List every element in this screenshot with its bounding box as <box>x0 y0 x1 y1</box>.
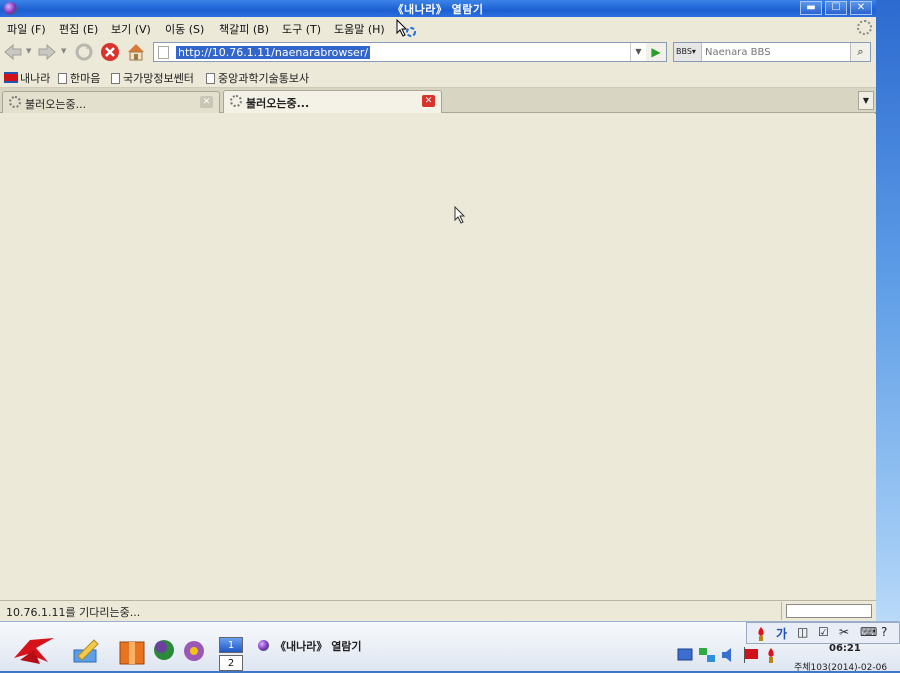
page-icon <box>111 73 120 84</box>
menu-bar: 파일 (F) 편집 (E) 보기 (V) 이동 (S) 책갈피 (B) 도구 (… <box>0 17 876 39</box>
page-icon <box>206 73 215 84</box>
bookmark-national-network-center[interactable]: 국가망정보쎈터 <box>111 70 194 86</box>
start-menu-star-icon[interactable] <box>10 634 58 666</box>
status-text: 10.76.1.11를 기다리는중... <box>6 606 141 619</box>
flag-icon[interactable] <box>742 646 760 664</box>
input-method-panel: 가 ◫ ☑ ✂ ⌨ ? <box>746 622 900 644</box>
tab-list-dropdown-icon[interactable]: ▼ <box>858 91 874 110</box>
bookmarks-toolbar: 내나라 한마음 국가망정보쎈터 중앙과학기술통보사 <box>0 65 876 88</box>
ime-help-icon[interactable]: ? <box>881 625 887 639</box>
stop-icon[interactable] <box>100 42 120 62</box>
workspace-1-button[interactable]: 1 <box>219 637 243 653</box>
menu-tools[interactable]: 도구 (T) <box>282 21 321 37</box>
maximize-button[interactable]: ☐ <box>825 1 847 15</box>
window-title: 《내나라》 열람기 <box>392 3 484 16</box>
home-icon[interactable] <box>126 42 146 62</box>
network-status-icon[interactable] <box>698 646 716 664</box>
search-engine-label: BBS <box>676 47 692 56</box>
menu-go[interactable]: 이동 (S) <box>165 21 204 37</box>
ime-hangul-toggle[interactable]: 가 <box>776 625 787 642</box>
tab-label: 불러오는중... <box>25 98 87 111</box>
package-box-icon[interactable] <box>118 638 146 666</box>
busy-cursor-icon <box>396 19 416 37</box>
taskbar-clock[interactable]: 06:21 <box>829 643 861 654</box>
navigation-toolbar: ▼ ▼ http://10.76.1.11/naenarabrowser/ ▼ … <box>0 39 876 65</box>
status-divider <box>781 602 782 620</box>
taskbar: 1 2 《내나라》 열람기 가 ◫ ☑ ✂ ⌨ ? 06:21 주체103(20… <box>0 621 900 673</box>
menu-file[interactable]: 파일 (F) <box>7 21 46 37</box>
browser-globe-icon[interactable] <box>152 638 176 662</box>
forward-icon[interactable] <box>37 42 57 62</box>
browser-window: 《내나라》 열람기 ▬ ☐ ✕ 파일 (F) 편집 (E) 보기 (V) 이동 … <box>0 0 876 621</box>
taskbar-window-item[interactable]: 《내나라》 열람기 <box>258 638 362 654</box>
go-arrow-icon[interactable]: ▶ <box>646 43 666 61</box>
tab-bar: 불러오는중... ✕ 불러오는중... ✕ ▼ <box>0 88 876 113</box>
network-icon[interactable] <box>676 646 694 664</box>
search-bar: BBS▾ ⌕ <box>673 42 871 62</box>
tab-loading-1[interactable]: 불러오는중... ✕ <box>2 91 220 113</box>
bookmark-hanmaeum[interactable]: 한마음 <box>58 70 100 86</box>
volume-speaker-icon[interactable] <box>720 646 738 664</box>
page-content[interactable] <box>0 114 876 600</box>
url-text[interactable]: http://10.76.1.11/naenarabrowser/ <box>176 46 371 59</box>
workspace-2-button[interactable]: 2 <box>219 655 243 671</box>
media-player-icon[interactable] <box>182 638 206 664</box>
loading-progress-bar <box>786 604 872 618</box>
tab-close-icon[interactable]: ✕ <box>422 95 435 107</box>
torch-icon[interactable] <box>764 646 778 664</box>
menu-bookmarks[interactable]: 책갈피 (B) <box>219 21 269 37</box>
mouse-pointer-icon <box>454 206 466 224</box>
torch-icon[interactable] <box>755 626 767 641</box>
taskbar-window-title: 《내나라》 열람기 <box>275 640 362 653</box>
menu-edit[interactable]: 편집 (E) <box>59 21 98 37</box>
loading-spinner-icon <box>230 95 242 107</box>
bookmark-label: 중앙과학기술통보사 <box>218 72 310 85</box>
edit-pencil-icon[interactable] <box>70 636 102 666</box>
search-engine-selector[interactable]: BBS▾ <box>674 43 702 61</box>
desktop-background <box>876 0 900 671</box>
bookmark-label: 국가망정보쎈터 <box>123 72 194 85</box>
reload-icon[interactable] <box>74 42 94 62</box>
taskbar-date: 주체103(2014)-02-06 <box>794 663 888 673</box>
search-input[interactable] <box>703 43 848 61</box>
menu-view[interactable]: 보기 (V) <box>111 21 151 37</box>
bookmark-naenara[interactable]: 내나라 <box>4 70 50 86</box>
menu-help[interactable]: 도움말 (H) <box>334 21 385 37</box>
back-history-dropdown-icon[interactable]: ▼ <box>26 47 31 55</box>
back-icon[interactable] <box>3 42 23 62</box>
page-icon <box>158 46 169 59</box>
activity-throbber-icon <box>857 20 872 35</box>
minimize-button[interactable]: ▬ <box>800 1 822 15</box>
loading-spinner-icon <box>9 96 21 108</box>
ime-softkeyboard-icon[interactable]: ⌨ <box>860 625 877 639</box>
tab-close-icon[interactable]: ✕ <box>200 96 213 108</box>
bookmark-science-tech-news[interactable]: 중앙과학기술통보사 <box>206 70 309 86</box>
ime-punctuation-icon[interactable]: ☑ <box>818 625 829 639</box>
ime-tools-icon[interactable]: ✂ <box>839 625 849 639</box>
ime-fullwidth-icon[interactable]: ◫ <box>797 625 808 639</box>
title-bar[interactable]: 《내나라》 열람기 ▬ ☐ ✕ <box>0 0 876 17</box>
flag-icon <box>4 72 18 83</box>
forward-history-dropdown-icon[interactable]: ▼ <box>61 47 66 55</box>
bookmark-label: 한마음 <box>70 72 101 85</box>
page-icon <box>58 73 67 84</box>
status-bar: 10.76.1.11를 기다리는중... <box>0 600 876 621</box>
bookmark-label: 내나라 <box>20 72 51 85</box>
url-bar[interactable]: http://10.76.1.11/naenarabrowser/ ▼ ▶ <box>153 42 667 62</box>
url-history-dropdown-icon[interactable]: ▼ <box>630 43 646 61</box>
tab-loading-2[interactable]: 불러오는중... ✕ <box>223 90 442 113</box>
search-magnifier-icon[interactable]: ⌕ <box>850 43 870 61</box>
browser-globe-icon <box>258 640 269 651</box>
close-button[interactable]: ✕ <box>850 1 872 15</box>
tab-label: 불러오는중... <box>246 97 310 110</box>
